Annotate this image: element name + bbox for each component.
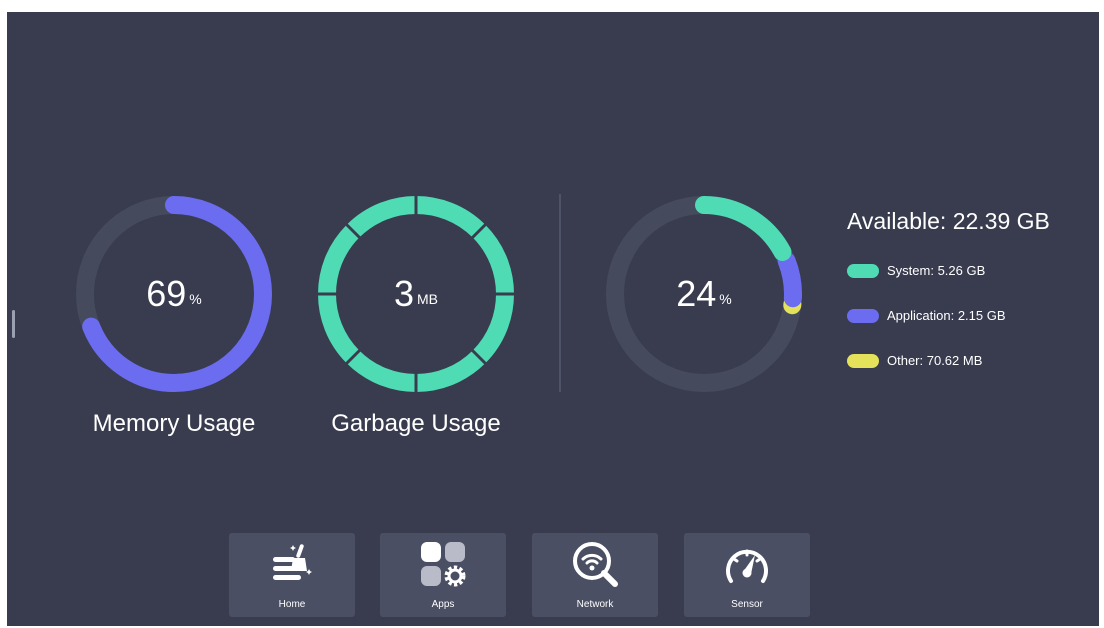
speedometer-icon [726,549,768,583]
legend-application: Application: 2.15 GB [847,308,1006,323]
dock-label-apps: Apps [431,599,455,610]
legend-swatch-other [847,353,879,368]
legend-swatch-application [847,308,879,323]
legend-swatch-system [847,263,879,278]
main-screen: 69 % Memory Usage 3 MB Garbage Usage 24 … [7,12,1099,626]
wifi-search-icon [573,542,618,587]
available-storage: Available: 22.39 GB [847,208,1050,234]
dock-label-sensor: Sensor [731,599,763,610]
storage-gauge: 24 % [604,194,804,394]
memory-unit: % [189,291,202,307]
clean-broom-icon [273,544,312,580]
garbage-unit: MB [417,291,439,307]
storage-value: 24 [676,273,717,314]
dock-button-home[interactable]: Home [229,533,355,617]
legend-label-application: Application: 2.15 GB [887,308,1006,323]
garbage-gauge: 3 MB Garbage Usage [316,194,516,437]
dock-label-network: Network [576,599,614,610]
legend-label-other: Other: 70.62 MB [887,353,983,368]
memory-gauge: 69 % Memory Usage [74,194,274,437]
dock-button-sensor[interactable]: Sensor [684,533,810,617]
dock-button-network[interactable]: Network [532,533,658,617]
dock-label-home: Home [278,599,306,610]
side-drawer-handle[interactable] [12,310,15,338]
memory-value: 69 [146,273,187,314]
apps-grid-gear-icon [421,542,466,587]
legend-label-system: System: 5.26 GB [887,263,986,278]
garbage-value: 3 [393,273,415,314]
section-divider [559,194,561,392]
legend-system: System: 5.26 GB [847,263,985,278]
dock-button-apps[interactable]: Apps [380,533,506,617]
memory-title: Memory Usage [92,410,256,437]
storage-unit: % [719,291,732,307]
legend-other: Other: 70.62 MB [847,353,982,368]
garbage-title: Garbage Usage [331,410,501,437]
